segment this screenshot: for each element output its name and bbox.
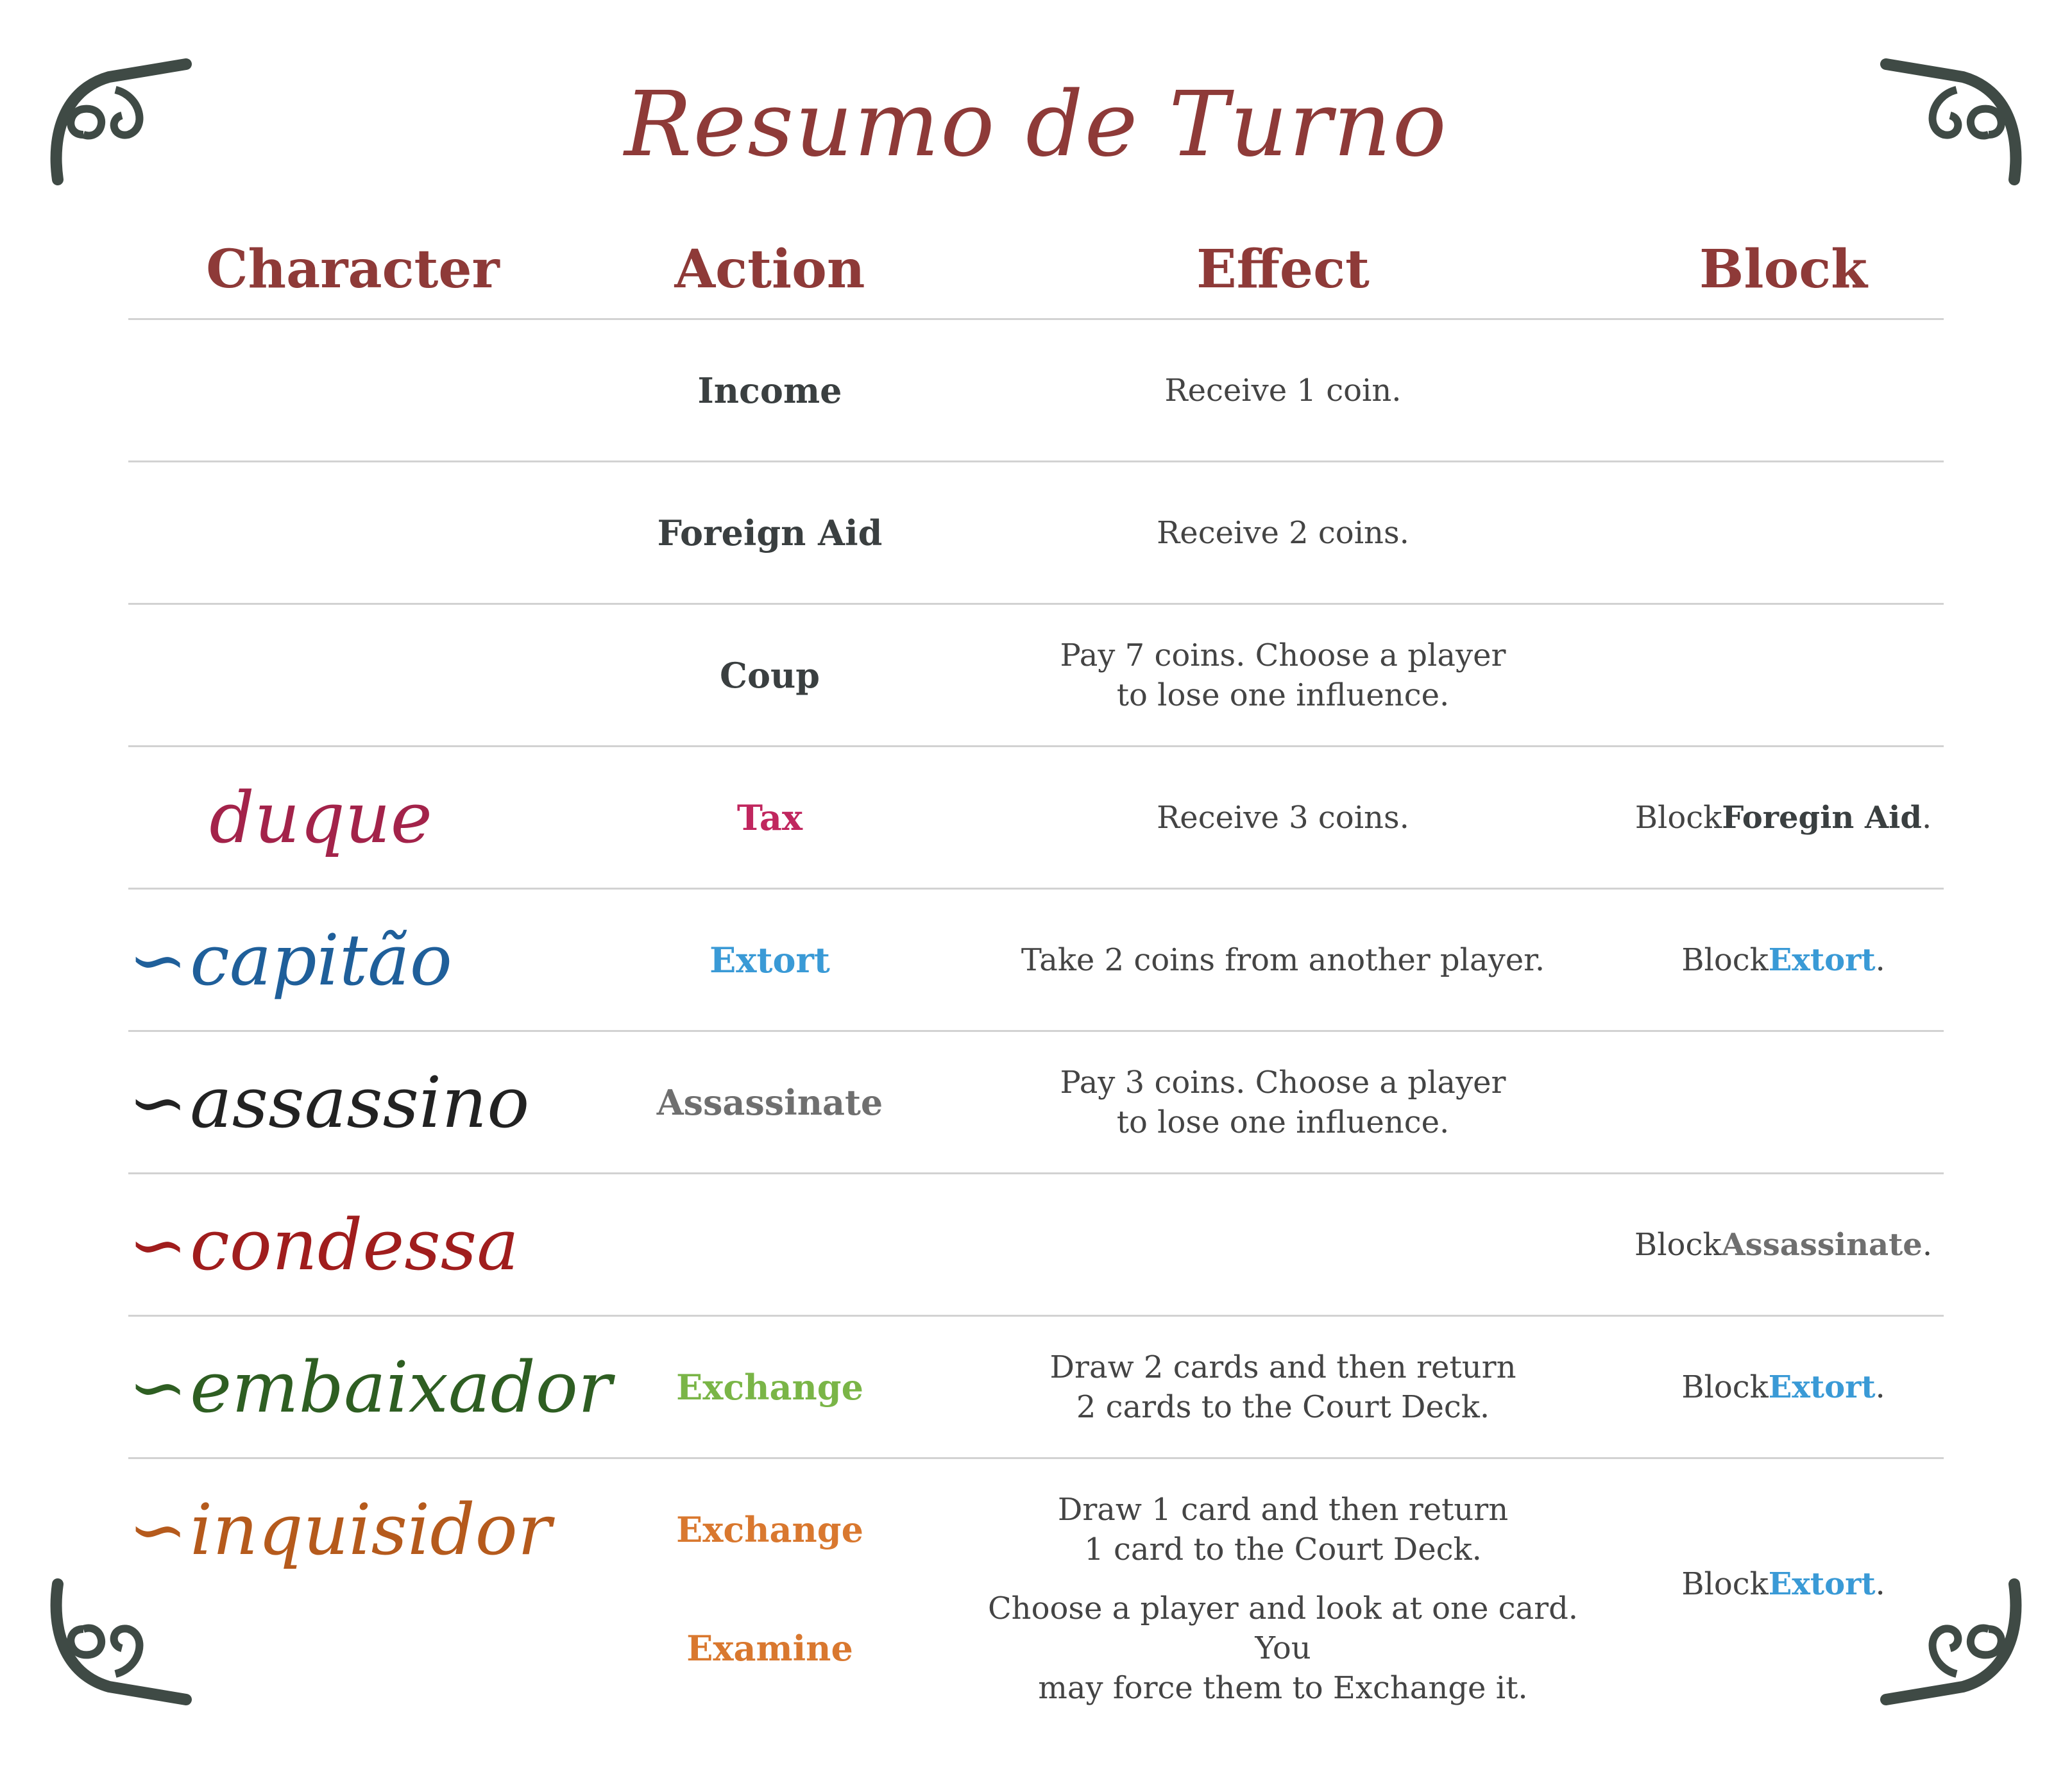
effect-income: Receive 1 coin. (1164, 372, 1402, 409)
block-period: . (1875, 1369, 1885, 1405)
action-exchange-embaixador: Exchange (676, 1366, 863, 1408)
block-period: . (1922, 1226, 1933, 1263)
block-action: Extort (1768, 1369, 1876, 1405)
effect-examine: Choose a player and look at one card. Yo… (987, 1591, 1579, 1706)
block-period: . (1921, 799, 1932, 836)
effect-extort: Take 2 coins from another player. (1021, 942, 1545, 978)
character-embaixador: ∽ embaixador (128, 1317, 612, 1457)
character-inquisidor: ∽ inquisidor (128, 1459, 590, 1600)
block-action: Foregin Aid (1722, 799, 1922, 836)
block-label: Block (1634, 1226, 1722, 1263)
character-capitao-label: capitão (190, 918, 452, 1001)
action-coup: Coup (719, 654, 820, 696)
corner-ornament-top-left (38, 38, 192, 192)
action-exchange-inquisidor: Exchange (676, 1508, 863, 1550)
effect-tax: Receive 3 coins. (1157, 799, 1409, 836)
character-embaixador-label: embaixador (190, 1346, 612, 1428)
effect-exchange-embaixador: Draw 2 cards and then return 2 cards to … (1049, 1349, 1516, 1425)
block-label: Block (1681, 1566, 1769, 1602)
action-income: Income (697, 369, 842, 411)
block-action: Assassinate (1721, 1226, 1923, 1263)
character-condessa-label: condessa (190, 1203, 519, 1286)
header-action: Action (674, 239, 865, 300)
character-inquisidor-label: inquisidor (190, 1488, 552, 1571)
effect-coup: Pay 7 coins. Choose a player to lose one… (1060, 637, 1506, 713)
block-condessa: Block Assassinate. (1604, 1174, 1963, 1315)
swash-icon: ∽ (128, 1061, 188, 1144)
character-capitao: ∽ capitão (128, 890, 590, 1030)
block-label: Block (1681, 942, 1769, 978)
block-label: Block (1681, 1369, 1769, 1405)
character-assassino-label: assassino (190, 1061, 530, 1144)
corner-ornament-top-right (1880, 38, 2034, 192)
block-action: Extort (1768, 942, 1876, 978)
block-action: Extort (1768, 1566, 1876, 1602)
swash-icon: ∽ (128, 1346, 188, 1428)
character-duque: duque (209, 776, 432, 859)
swash-icon: ∽ (128, 1488, 188, 1571)
swash-icon: ∽ (128, 918, 188, 1001)
action-examine: Examine (686, 1628, 853, 1669)
character-assassino: ∽ assassino (128, 1032, 590, 1172)
action-extort: Extort (709, 939, 830, 981)
block-period: . (1875, 942, 1885, 978)
page-title: Resumo de Turno (624, 72, 1448, 177)
block-tax: Block Foregin Aid. (1604, 747, 1963, 888)
block-period: . (1875, 1566, 1885, 1602)
effect-exchange-inquisidor: Draw 1 card and then return 1 card to th… (1057, 1491, 1509, 1567)
action-foreign-aid: Foreign Aid (657, 512, 883, 553)
header-effect: Effect (1196, 239, 1370, 300)
character-condessa: ∽ condessa (128, 1174, 590, 1315)
effect-assassinate: Pay 3 coins. Choose a player to lose one… (1060, 1064, 1506, 1140)
header-block: Block (1699, 239, 1867, 300)
header-character: Character (206, 239, 500, 300)
swash-icon: ∽ (128, 1203, 188, 1286)
block-embaixador: Block Extort. (1604, 1317, 1963, 1457)
block-extort: Block Extort. (1604, 890, 1963, 1030)
action-tax: Tax (736, 797, 803, 838)
block-label: Block (1635, 799, 1722, 836)
action-assassinate: Assassinate (656, 1081, 883, 1123)
effect-foreign-aid: Receive 2 coins. (1157, 514, 1409, 551)
block-inquisidor: Block Extort. (1604, 1520, 1963, 1648)
